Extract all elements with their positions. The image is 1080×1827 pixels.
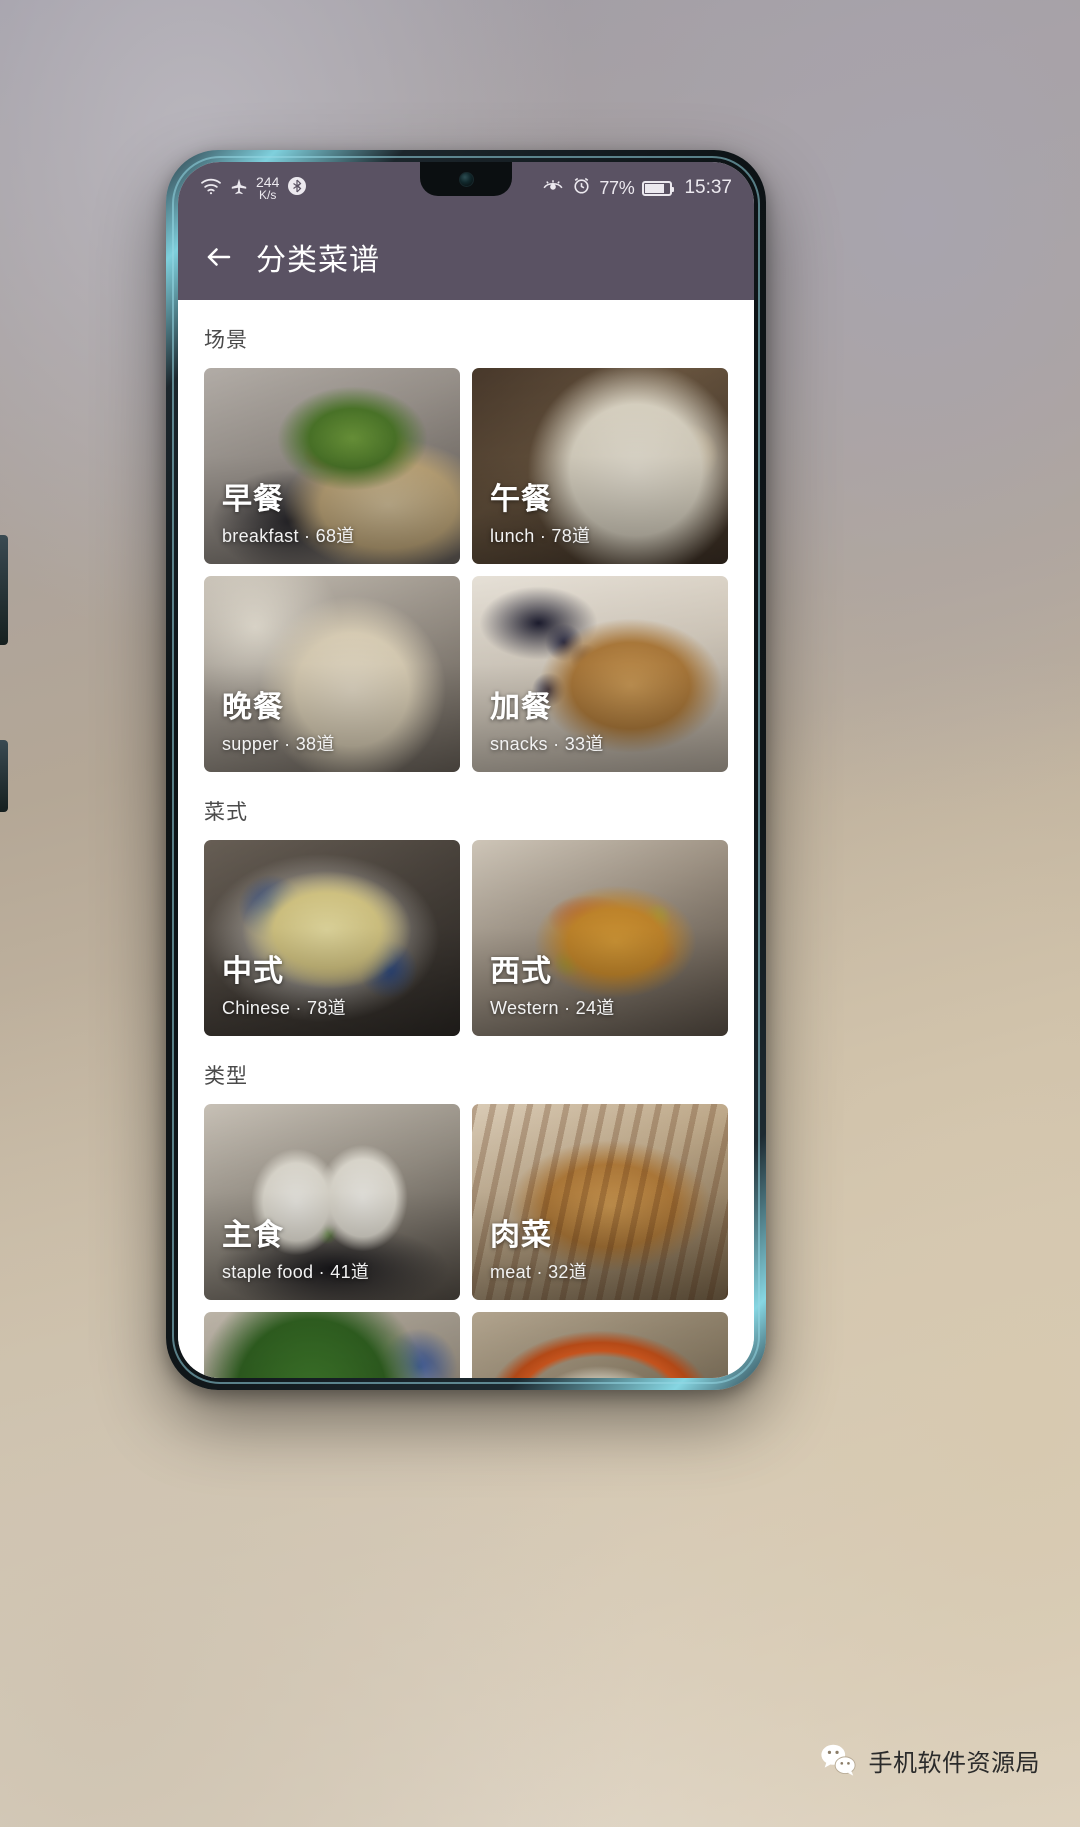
signal-icon [230, 177, 248, 200]
card-subtitle: breakfast · 68道 [222, 526, 355, 546]
category-grid-type: 主食 staple food · 41道 肉菜 meat · 32道 [178, 1104, 754, 1378]
card-title-cn: 中式 [222, 954, 284, 988]
card-subtitle: snacks · 33道 [490, 734, 604, 754]
card-labels: 主食 staple food · 41道 [222, 1219, 450, 1285]
card-labels: 午餐 lunch · 78道 [490, 483, 718, 549]
card-title-cn: 午餐 [490, 482, 552, 516]
category-card-vegetables[interactable]: 蔬菜 vegetables · 34道 [204, 1312, 460, 1378]
status-bar-left: 244 K/s [200, 175, 307, 201]
category-card-meat[interactable]: 肉菜 meat · 32道 [472, 1104, 728, 1300]
power-button[interactable] [0, 740, 8, 812]
category-card-snacks[interactable]: 加餐 snacks · 33道 [472, 576, 728, 772]
card-title-cn: 早餐 [222, 482, 284, 516]
battery-percent-label: 77% [599, 177, 635, 198]
card-labels: 中式 Chinese · 78道 [222, 955, 450, 1021]
card-subtitle: staple food · 41道 [222, 1262, 370, 1282]
card-labels: 早餐 breakfast · 68道 [222, 483, 450, 549]
card-title-cn: 主食 [222, 1218, 284, 1252]
category-card-chinese[interactable]: 中式 Chinese · 78道 [204, 840, 460, 1036]
status-bar-clock: 15:37 [684, 177, 732, 198]
watermark: 手机软件资源局 [819, 1741, 1041, 1779]
status-bar-right: 77% 15:37 [542, 176, 732, 200]
card-overlay [472, 1312, 728, 1378]
category-card-lunch[interactable]: 午餐 lunch · 78道 [472, 368, 728, 564]
card-subtitle: Chinese · 78道 [222, 998, 346, 1018]
section-header-type: 类型 [204, 1065, 248, 1088]
card-subtitle: meat · 32道 [490, 1262, 588, 1282]
watermark-label: 手机软件资源局 [868, 1749, 1040, 1777]
page-title: 分类菜谱 [256, 244, 380, 277]
category-card-western[interactable]: 西式 Western · 24道 [472, 840, 728, 1036]
category-card-breakfast[interactable]: 早餐 breakfast · 68道 [204, 368, 460, 564]
category-list-scroll[interactable]: 场景 早餐 breakfast · 68道 午餐 lunch · 78道 晚餐 … [178, 300, 754, 1378]
card-labels: 西式 Western · 24道 [490, 955, 718, 1021]
volume-button[interactable] [0, 535, 8, 645]
network-speed-unit: K/s [259, 188, 277, 202]
card-title-cn: 晚餐 [222, 690, 284, 724]
wifi-icon [200, 177, 222, 200]
phone-screen: 244 K/s 77% 15:37 分类菜谱 场景 早餐 breakfast ·… [178, 162, 754, 1378]
category-card-soup[interactable]: 汤羹 soup · 14道 [472, 1312, 728, 1378]
camera-notch [420, 162, 512, 196]
network-speed-value: 244 [256, 174, 280, 190]
category-grid-scenario: 早餐 breakfast · 68道 午餐 lunch · 78道 晚餐 sup… [178, 368, 754, 772]
back-arrow-icon[interactable] [204, 242, 234, 272]
card-labels: 晚餐 supper · 38道 [222, 691, 450, 757]
card-overlay [204, 1312, 460, 1378]
battery-icon [642, 180, 675, 196]
alarm-icon [572, 176, 591, 200]
card-subtitle: supper · 38道 [222, 734, 335, 754]
card-title-cn: 西式 [490, 954, 552, 988]
eye-comfort-icon [542, 178, 564, 199]
wechat-icon [819, 1741, 857, 1779]
category-card-staple-food[interactable]: 主食 staple food · 41道 [204, 1104, 460, 1300]
card-subtitle: lunch · 78道 [490, 526, 591, 546]
status-bar: 244 K/s 77% 15:37 [178, 162, 754, 214]
app-bar: 分类菜谱 [178, 214, 754, 300]
bluetooth-icon [287, 176, 307, 201]
card-subtitle: Western · 24道 [490, 998, 615, 1018]
category-card-supper[interactable]: 晚餐 supper · 38道 [204, 576, 460, 772]
front-camera-icon [458, 171, 474, 187]
phone-device: 244 K/s 77% 15:37 分类菜谱 场景 早餐 breakfast ·… [0, 150, 766, 1390]
section-header-scenario: 场景 [204, 329, 248, 352]
card-labels: 加餐 snacks · 33道 [490, 691, 718, 757]
category-grid-cuisine: 中式 Chinese · 78道 西式 Western · 24道 [178, 840, 754, 1036]
card-title-cn: 肉菜 [490, 1218, 552, 1252]
card-title-cn: 加餐 [490, 690, 552, 724]
network-speed-indicator: 244 K/s [256, 175, 279, 201]
section-header-cuisine: 菜式 [204, 801, 248, 824]
card-labels: 肉菜 meat · 32道 [490, 1219, 718, 1285]
